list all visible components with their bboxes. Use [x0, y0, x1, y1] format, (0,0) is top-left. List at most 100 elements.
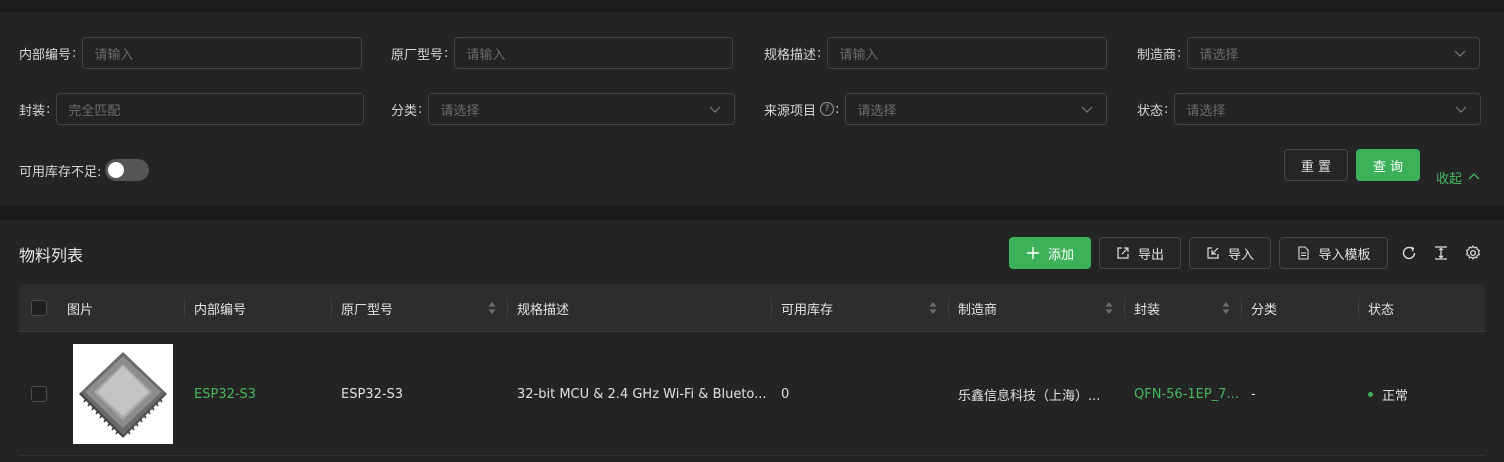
category-select-placeholder: 请选择: [440, 103, 480, 119]
header-category-label: 分类: [1251, 302, 1278, 318]
package-input[interactable]: 完全匹配: [56, 93, 365, 125]
internal-no-link[interactable]: ESP32-S3: [194, 387, 256, 402]
spec-cell: 32-bit MCU & 2.4 GHz Wi-Fi & Blueto...: [517, 386, 767, 402]
table-row[interactable]: ESP32-S3 ESP32-S3 32-bit MCU & 2.4 GHz W…: [19, 332, 1485, 456]
file-template-icon: [1298, 246, 1310, 260]
help-circle-icon[interactable]: ?: [820, 102, 835, 116]
add-label: 添加: [1047, 247, 1074, 263]
filter-category: 分类: 请选择: [391, 93, 736, 125]
category-cell: -: [1251, 386, 1256, 402]
header-image-label: 图片: [67, 302, 94, 318]
spec-input[interactable]: 请输入: [827, 37, 1108, 69]
select-all-checkbox[interactable]: [31, 300, 47, 316]
header-select-all: [19, 284, 64, 332]
sort-icon: [488, 302, 496, 314]
material-list-panel: 物料列表 添加 导出 导入 导入模板 图片 内部编号 原厂型号 规格描述 可用库…: [0, 220, 1504, 462]
collapse-link[interactable]: 收起: [1436, 165, 1480, 189]
manufacturer-cell: 乐鑫信息科技（上海）...: [958, 388, 1101, 404]
filter-spec: 规格描述: 请输入: [764, 37, 1108, 69]
filter-panel: 内部编号: 请输入 原厂型号: 请输入 规格描述: 请输入 制造商: 请选择 封…: [0, 0, 1504, 205]
collapse-label: 收起: [1436, 171, 1463, 187]
internal-no-input[interactable]: 请输入: [82, 37, 363, 69]
product-image[interactable]: [73, 344, 173, 444]
chevron-down-icon: [1454, 50, 1466, 57]
toggle-knob: [108, 162, 125, 178]
sort-icon: [929, 302, 937, 314]
filter-mfr-model: 原厂型号: 请输入: [391, 37, 734, 69]
query-button[interactable]: 查 询: [1356, 149, 1420, 181]
header-stock-label: 可用库存: [781, 302, 834, 318]
header-image: 图片: [64, 284, 185, 332]
header-internal-no-label: 内部编号: [194, 302, 247, 318]
header-mfr-model[interactable]: 原厂型号: [332, 284, 508, 332]
category-select[interactable]: 请选择: [428, 93, 736, 125]
stock-cell: 0: [781, 386, 790, 402]
filter-source-project-label: 来源项目: [764, 103, 817, 119]
low-stock-label: 可用库存不足:: [19, 164, 102, 180]
mfr-model-cell: ESP32-S3: [341, 386, 404, 402]
source-project-select-placeholder: 请选择: [857, 103, 897, 119]
image-cell: [64, 332, 185, 456]
column-height-icon[interactable]: [1432, 244, 1450, 262]
import-template-label: 导入模板: [1318, 247, 1371, 263]
list-title: 物料列表: [19, 246, 84, 265]
add-button[interactable]: 添加: [1009, 237, 1091, 269]
qfn-chip-image: [79, 352, 167, 438]
reset-button[interactable]: 重 置: [1284, 149, 1348, 181]
status-dot: [1368, 391, 1373, 397]
import-button[interactable]: 导入: [1189, 237, 1271, 269]
mfr-model-input[interactable]: 请输入: [454, 37, 734, 69]
filter-low-stock: 可用库存不足:: [19, 154, 150, 186]
header-status-label: 状态: [1368, 302, 1395, 318]
status-cell: 正常: [1359, 332, 1485, 456]
chevron-down-icon: [1455, 106, 1467, 113]
status-select[interactable]: 请选择: [1174, 93, 1482, 125]
filter-status: 状态: 请选择: [1137, 93, 1482, 125]
filter-status-label: 状态: [1137, 103, 1164, 119]
header-manufacturer-label: 制造商: [958, 302, 998, 318]
export-label: 导出: [1137, 247, 1164, 263]
header-stock[interactable]: 可用库存: [772, 284, 949, 332]
internal-no-cell: ESP32-S3: [185, 332, 332, 456]
filter-manufacturer-label: 制造商: [1137, 47, 1177, 63]
header-package[interactable]: 封装: [1125, 284, 1242, 332]
manufacturer-select[interactable]: 请选择: [1187, 37, 1481, 69]
status-badge: 正常: [1382, 388, 1409, 404]
filter-mfr-model-label: 原厂型号: [391, 47, 444, 63]
row-select-cell: [19, 332, 64, 456]
refresh-icon[interactable]: [1400, 244, 1418, 262]
header-status: 状态: [1359, 284, 1485, 332]
sort-icon: [1222, 302, 1230, 314]
filter-package-label: 封装: [19, 103, 46, 119]
chevron-up-icon: [1468, 173, 1480, 180]
header-category: 分类: [1242, 284, 1359, 332]
filter-internal-no-label: 内部编号: [19, 47, 72, 63]
source-project-select[interactable]: 请选择: [845, 93, 1108, 125]
filter-spec-label: 规格描述: [764, 47, 817, 63]
row-checkbox[interactable]: [31, 386, 47, 402]
table-header: 图片 内部编号 原厂型号 规格描述 可用库存 制造商 封装 分类 状态: [19, 284, 1485, 332]
import-label: 导入: [1227, 247, 1254, 263]
header-mfr-model-label: 原厂型号: [341, 302, 394, 318]
header-spec-label: 规格描述: [517, 302, 570, 318]
manufacturer-select-placeholder: 请选择: [1199, 47, 1239, 63]
package-link[interactable]: QFN-56-1EP_7...: [1134, 387, 1239, 402]
header-manufacturer[interactable]: 制造商: [949, 284, 1125, 332]
low-stock-toggle[interactable]: [105, 159, 150, 181]
filter-source-project: 来源项目?: 请选择: [764, 93, 1108, 125]
filter-package: 封装: 完全匹配: [19, 93, 365, 125]
plus-icon: [1026, 247, 1039, 259]
chevron-down-icon: [1081, 106, 1093, 113]
chevron-down-icon: [709, 106, 721, 113]
header-internal-no: 内部编号: [185, 284, 332, 332]
header-spec: 规格描述: [508, 284, 772, 332]
header-package-label: 封装: [1134, 302, 1161, 318]
status-select-placeholder: 请选择: [1186, 103, 1226, 119]
filter-internal-no: 内部编号: 请输入: [19, 37, 363, 69]
sort-icon: [1105, 302, 1113, 314]
import-template-button[interactable]: 导入模板: [1279, 237, 1388, 269]
export-icon: [1117, 247, 1129, 259]
settings-gear-icon[interactable]: [1464, 244, 1482, 262]
export-button[interactable]: 导出: [1099, 237, 1181, 269]
package-cell: QFN-56-1EP_7...: [1125, 332, 1242, 456]
